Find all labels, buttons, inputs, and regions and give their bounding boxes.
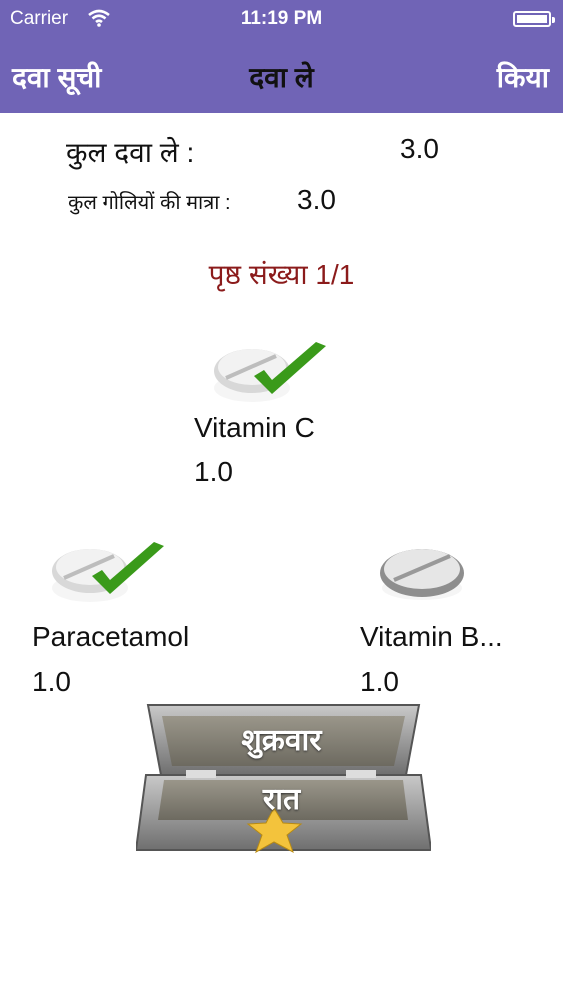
pill-icon (52, 542, 164, 602)
total-pills-value: 3.0 (297, 184, 336, 215)
pill-icon (214, 342, 326, 402)
done-button[interactable]: किया (497, 58, 549, 96)
pill-icon (380, 549, 464, 600)
total-pills-label: कुल गोलियों की मात्रा : (68, 192, 231, 214)
navigation-header: Carrier 11:19 PM दवा सूची दवा ले किया (0, 0, 563, 113)
battery-icon (513, 11, 555, 27)
clock: 11:19 PM (240, 8, 323, 29)
medicine-name: Paracetamol (32, 621, 190, 652)
total-medicine-label: कुल दवा ले : (66, 137, 195, 168)
medicine-name: Vitamin C (194, 412, 315, 443)
page-number: पृष्ठ संख्या 1/1 (208, 259, 355, 290)
medicine-name: Vitamin B... (360, 621, 503, 652)
pillbox-time-label: रात (262, 783, 301, 816)
medicine-dose: 1.0 (360, 666, 399, 697)
medicine-dose: 1.0 (194, 456, 233, 487)
total-medicine-value: 3.0 (400, 133, 439, 164)
pillbox-day-label: शुक्रवार (241, 724, 322, 757)
page-title: दवा ले (249, 62, 314, 93)
medicine-dose: 1.0 (32, 666, 71, 697)
status-bar: Carrier 11:19 PM (0, 0, 563, 38)
